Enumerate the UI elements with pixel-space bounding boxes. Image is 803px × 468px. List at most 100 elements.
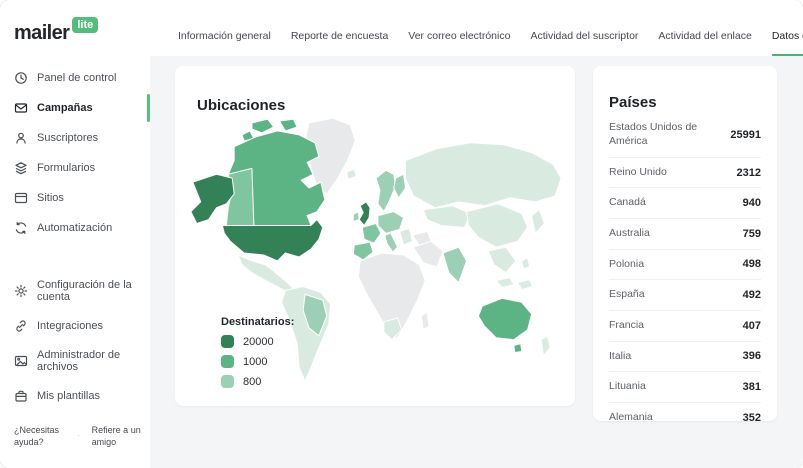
map-region-italy[interactable] bbox=[385, 233, 398, 252]
legend-item: 20000 bbox=[221, 335, 294, 348]
sidebar-footer: ¿Necesitas ayuda? · Refiere a un amigo bbox=[0, 424, 150, 468]
country-row: Australia 759 bbox=[609, 219, 761, 250]
logo-lite-badge: lite bbox=[72, 17, 98, 33]
sidebar-item-label: Automatización bbox=[37, 222, 112, 234]
country-value: 498 bbox=[743, 258, 761, 270]
sidebar-item-label: Configuración de la cuenta bbox=[37, 279, 144, 303]
sidebar-item-label: Suscriptores bbox=[37, 132, 98, 144]
map-region-russia[interactable] bbox=[406, 143, 562, 208]
sidebar-item-label: Integraciones bbox=[37, 320, 103, 332]
sidebar-item-suscriptores[interactable]: Suscriptores bbox=[0, 123, 150, 153]
legend-swatch-light-green bbox=[221, 375, 234, 388]
sidebar-item-label: Mis plantillas bbox=[37, 390, 100, 402]
sidebar-item-campanas[interactable]: Campañas bbox=[0, 93, 150, 123]
help-link[interactable]: ¿Necesitas ayuda? bbox=[14, 424, 65, 448]
map-region-arctic-islands[interactable] bbox=[279, 119, 297, 131]
sync-icon bbox=[14, 221, 28, 235]
countries-card-title: Países bbox=[609, 94, 761, 111]
sidebar-item-label: Campañas bbox=[37, 102, 93, 114]
sidebar-item-label: Panel de control bbox=[37, 72, 117, 84]
map-region-iceland[interactable] bbox=[346, 169, 356, 179]
map-region-arctic-islands[interactable] bbox=[252, 119, 274, 133]
location-report-content: Ubicaciones bbox=[150, 56, 803, 468]
country-row: Reino Unido 2312 bbox=[609, 158, 761, 189]
sidebar-active-indicator bbox=[147, 94, 150, 122]
legend-item: 800 bbox=[221, 375, 294, 388]
legend-value: 20000 bbox=[243, 336, 274, 348]
map-region-middle-east[interactable] bbox=[413, 241, 443, 267]
map-region-balkans[interactable] bbox=[400, 228, 413, 245]
sidebar-item-integraciones[interactable]: Integraciones bbox=[0, 311, 150, 341]
countries-card: Países Estados Unidos de América 25991 R… bbox=[593, 66, 777, 421]
map-region-south-africa[interactable] bbox=[384, 318, 402, 340]
refer-friend-link[interactable]: Refiere a un amigo bbox=[92, 424, 142, 448]
sidebar-item-panel-de-control[interactable]: Panel de control bbox=[0, 63, 150, 93]
tab-reporte-de-encuesta[interactable]: Reporte de encuesta bbox=[291, 30, 388, 56]
country-value: 396 bbox=[743, 350, 761, 362]
map-region-usa[interactable] bbox=[222, 220, 322, 261]
map-region-japan[interactable] bbox=[532, 210, 545, 234]
briefcase-icon bbox=[14, 389, 28, 403]
country-row: Italia 396 bbox=[609, 342, 761, 373]
legend-title: Destinatarios: bbox=[221, 316, 294, 328]
country-name: España bbox=[609, 288, 645, 302]
map-region-southeast-asia[interactable] bbox=[488, 247, 516, 273]
country-name: Canadá bbox=[609, 196, 646, 210]
map-region-central-asia[interactable] bbox=[423, 206, 470, 228]
sidebar-item-mis-plantillas[interactable]: Mis plantillas bbox=[0, 381, 150, 411]
map-region-india[interactable] bbox=[443, 247, 467, 282]
sidebar-item-sitios[interactable]: Sitios bbox=[0, 183, 150, 213]
country-row: Francia 407 bbox=[609, 311, 761, 342]
sidebar-item-label: Sitios bbox=[37, 192, 64, 204]
map-region-finland[interactable] bbox=[394, 174, 406, 198]
map-region-indonesia[interactable] bbox=[496, 278, 514, 288]
country-value: 492 bbox=[743, 289, 761, 301]
link-icon bbox=[14, 319, 28, 333]
tab-informacion-general[interactable]: Información general bbox=[178, 30, 271, 56]
map-region-scandinavia[interactable] bbox=[376, 170, 396, 211]
locations-map-card: Ubicaciones bbox=[175, 66, 575, 406]
sidebar-primary-nav: Panel de control Campañas Suscriptores bbox=[0, 51, 150, 243]
map-region-mexico[interactable] bbox=[238, 255, 295, 292]
map-region-philippines[interactable] bbox=[522, 258, 530, 269]
country-name: Estados Unidos de América bbox=[609, 121, 722, 148]
mailerlite-logo[interactable]: mailer lite bbox=[0, 0, 150, 51]
tab-actividad-del-suscriptor[interactable]: Actividad del suscriptor bbox=[530, 30, 638, 56]
map-region-tasmania[interactable] bbox=[514, 344, 522, 353]
map-region-australia[interactable] bbox=[478, 298, 531, 339]
legend-swatch-dark-green bbox=[221, 335, 234, 348]
tab-actividad-del-enlace[interactable]: Actividad del enlace bbox=[658, 30, 751, 56]
map-region-france[interactable] bbox=[362, 223, 381, 243]
map-card-title: Ubicaciones bbox=[175, 78, 575, 114]
country-name: Alemania bbox=[609, 411, 653, 425]
browser-icon bbox=[14, 191, 28, 205]
map-region-central-europe[interactable] bbox=[378, 212, 404, 234]
country-value: 407 bbox=[743, 320, 761, 332]
sidebar-item-formularios[interactable]: Formularios bbox=[0, 153, 150, 183]
layers-icon bbox=[14, 161, 28, 175]
map-region-new-zealand[interactable] bbox=[541, 336, 550, 356]
country-row: Lituania 381 bbox=[609, 372, 761, 403]
country-name: Polonia bbox=[609, 258, 644, 272]
country-value: 2312 bbox=[737, 167, 761, 179]
person-icon bbox=[14, 131, 28, 145]
country-row: Estados Unidos de América 25991 bbox=[609, 113, 761, 157]
legend-item: 1000 bbox=[221, 355, 294, 368]
clock-icon bbox=[14, 71, 28, 85]
tab-datos-de-la-ubicacion[interactable]: Datos de la ubicación bbox=[772, 30, 803, 56]
country-name: Lituania bbox=[609, 380, 646, 394]
map-region-madagascar[interactable] bbox=[421, 312, 429, 330]
country-value: 25991 bbox=[730, 129, 761, 141]
country-row: Alemania 352 bbox=[609, 403, 761, 433]
report-tabbar: Información general Reporte de encuesta … bbox=[150, 0, 803, 56]
country-name: Australia bbox=[609, 227, 650, 241]
sidebar-item-configuracion[interactable]: Configuración de la cuenta bbox=[0, 271, 150, 311]
country-row: Canadá 940 bbox=[609, 188, 761, 219]
map-region-china[interactable] bbox=[467, 204, 528, 247]
sidebar-item-automatizacion[interactable]: Automatización bbox=[0, 213, 150, 243]
map-region-united-kingdom[interactable] bbox=[359, 202, 370, 226]
tab-ver-correo-electronico[interactable]: Ver correo electrónico bbox=[408, 30, 510, 56]
map-region-indonesia[interactable] bbox=[518, 280, 533, 290]
map-region-ireland[interactable] bbox=[353, 212, 359, 222]
sidebar-item-administrador-archivos[interactable]: Administrador de archivos bbox=[0, 341, 150, 381]
